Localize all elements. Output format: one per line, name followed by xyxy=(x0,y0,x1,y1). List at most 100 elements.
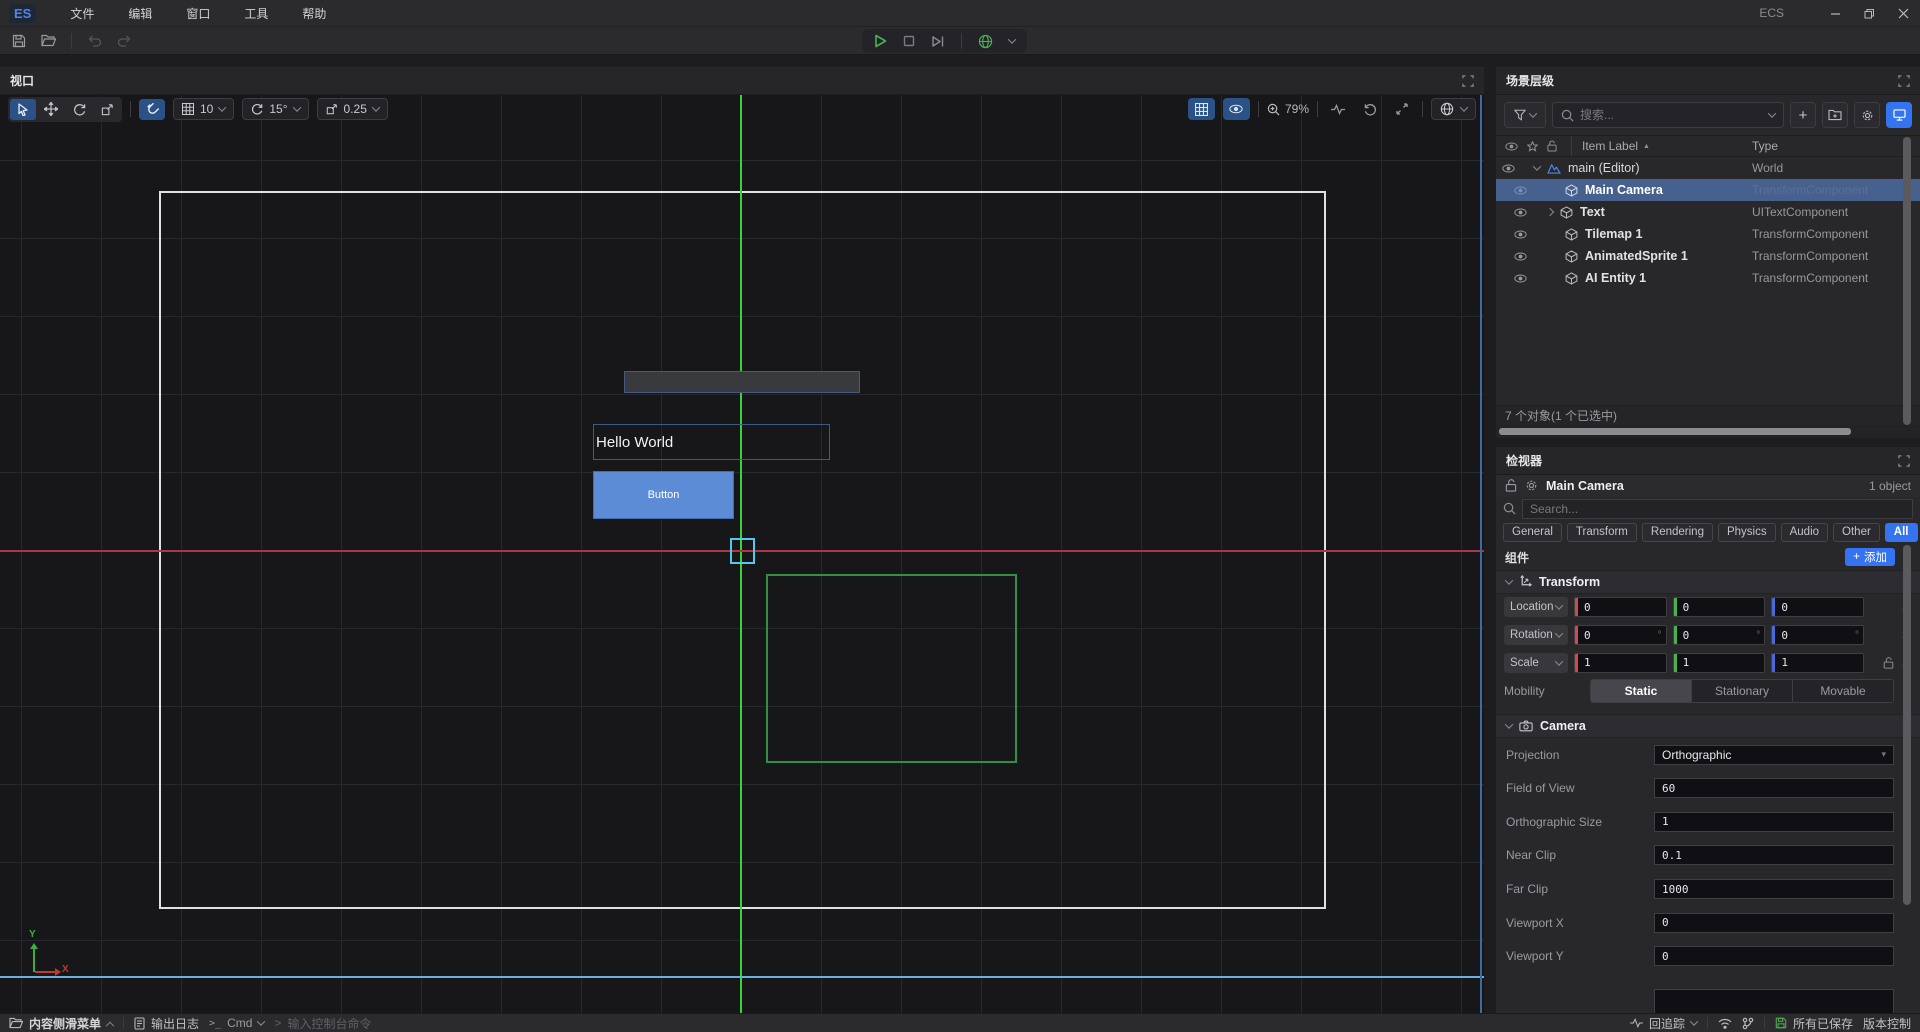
cmd-dropdown[interactable]: >_ Cmd xyxy=(209,1016,264,1030)
hierarchy-horizontal-scrollbar[interactable] xyxy=(1496,425,1920,438)
tab-all[interactable]: All xyxy=(1885,523,1918,542)
hierarchy-search-input[interactable] xyxy=(1580,108,1763,122)
play-button[interactable] xyxy=(874,34,887,48)
rotation-x-field[interactable]: 0° xyxy=(1574,625,1667,645)
content-drawer-button[interactable]: 内容侧滑菜单 xyxy=(9,1015,113,1032)
zoom-level[interactable]: 79% xyxy=(1267,98,1309,120)
visibility-eye-icon[interactable] xyxy=(1508,230,1532,239)
scale-dropdown[interactable]: Scale xyxy=(1504,653,1568,673)
ui-text-object[interactable]: Hello World xyxy=(593,424,830,460)
viewport-expand-icon[interactable] xyxy=(1462,75,1474,87)
stats-icon[interactable] xyxy=(1326,98,1350,120)
viewport-x-input[interactable]: 0 xyxy=(1654,913,1894,933)
tab-audio[interactable]: Audio xyxy=(1781,523,1828,542)
open-folder-icon[interactable] xyxy=(41,34,56,47)
launch-target-globe-icon[interactable] xyxy=(978,34,993,49)
far-clip-input[interactable]: 1000 xyxy=(1654,879,1894,899)
gizmo-visibility-toggle[interactable] xyxy=(1223,98,1250,120)
visibility-eye-icon[interactable] xyxy=(1508,186,1532,195)
rotate-snap-dropdown[interactable]: 15° xyxy=(242,98,308,120)
location-z-field[interactable]: 0 xyxy=(1771,597,1864,617)
inspector-search-input[interactable] xyxy=(1530,502,1905,516)
move-tool-button[interactable] xyxy=(38,99,64,120)
add-component-button[interactable]: +添加 xyxy=(1845,548,1895,566)
tab-physics[interactable]: Physics xyxy=(1718,523,1776,542)
mobility-movable-button[interactable]: Movable xyxy=(1793,680,1893,702)
display-mode-button[interactable] xyxy=(1886,102,1912,128)
reset-view-icon[interactable] xyxy=(1358,98,1382,120)
scale-snap-dropdown[interactable]: 0.25 xyxy=(317,98,388,120)
menu-edit[interactable]: 编辑 xyxy=(116,2,164,25)
orthographic-size-input[interactable]: 1 xyxy=(1654,812,1894,832)
rotation-y-field[interactable]: 0° xyxy=(1673,625,1766,645)
app-logo[interactable]: ES xyxy=(9,4,36,23)
hierarchy-row-ai-entity[interactable]: AI Entity 1 TransformComponent xyxy=(1496,267,1920,289)
scale-y-field[interactable]: 1 xyxy=(1673,653,1766,673)
add-folder-button[interactable] xyxy=(1822,102,1848,128)
viewport-y-input[interactable]: 0 xyxy=(1654,946,1894,966)
hierarchy-expand-icon[interactable] xyxy=(1898,75,1910,87)
rotation-dropdown[interactable]: Rotation xyxy=(1504,625,1568,645)
camera-section-header[interactable]: Camera xyxy=(1496,714,1920,738)
column-type[interactable]: Type xyxy=(1752,139,1920,153)
tilemap-bar-object[interactable] xyxy=(624,371,860,393)
version-control-button[interactable]: 版本控制 xyxy=(1863,1015,1911,1032)
grid-size-dropdown[interactable]: 10 xyxy=(173,98,234,120)
location-dropdown[interactable]: Location xyxy=(1504,597,1568,617)
projection-dropdown[interactable]: Orthographic▾ xyxy=(1654,745,1894,765)
hierarchy-row-animatedsprite[interactable]: AnimatedSprite 1 TransformComponent xyxy=(1496,245,1920,267)
hierarchy-search-box[interactable] xyxy=(1552,102,1784,128)
scale-tool-button[interactable] xyxy=(94,99,120,120)
select-tool-button[interactable] xyxy=(10,99,36,120)
unlock-icon[interactable] xyxy=(1505,479,1517,492)
launch-target-chevron[interactable] xyxy=(1008,35,1016,43)
hierarchy-row-tilemap[interactable]: Tilemap 1 TransformComponent xyxy=(1496,223,1920,245)
network-wifi-icon[interactable] xyxy=(1718,1018,1732,1029)
git-branch-icon[interactable] xyxy=(1742,1017,1754,1030)
scene-canvas[interactable]: 10 15° 0.25 79% xyxy=(0,95,1484,1013)
filter-button[interactable] xyxy=(1504,102,1546,128)
camera-mode-dropdown[interactable] xyxy=(1431,98,1476,120)
visibility-eye-icon[interactable] xyxy=(1508,252,1532,261)
hierarchy-settings-button[interactable] xyxy=(1854,102,1880,128)
stop-button[interactable] xyxy=(903,35,915,47)
redo-icon[interactable] xyxy=(117,35,132,47)
location-y-field[interactable]: 0 xyxy=(1673,597,1766,617)
menu-tools[interactable]: 工具 xyxy=(232,2,280,25)
field-of-view-input[interactable]: 60 xyxy=(1654,778,1894,798)
inspector-expand-icon[interactable] xyxy=(1898,455,1910,467)
rotation-z-field[interactable]: 0° xyxy=(1771,625,1864,645)
inspector-vertical-scrollbar[interactable] xyxy=(1903,545,1911,905)
mobility-stationary-button[interactable]: Stationary xyxy=(1692,680,1793,702)
hierarchy-row-text[interactable]: Text UITextComponent xyxy=(1496,201,1920,223)
tab-transform[interactable]: Transform xyxy=(1567,523,1637,542)
tab-general[interactable]: General xyxy=(1503,523,1562,542)
visibility-eye-icon[interactable] xyxy=(1496,164,1520,173)
rotate-tool-button[interactable] xyxy=(66,99,92,120)
column-item-label[interactable]: Item Label xyxy=(1582,139,1638,153)
scale-x-field[interactable]: 1 xyxy=(1574,653,1667,673)
ui-button-object[interactable]: Button xyxy=(593,471,734,519)
trace-button[interactable]: 回追踪 xyxy=(1630,1015,1697,1032)
console-command-input[interactable]: > 输入控制台命令 xyxy=(274,1015,371,1032)
selected-camera-gizmo[interactable] xyxy=(730,538,755,564)
snap-toggle-button[interactable] xyxy=(139,99,165,120)
mobility-static-button[interactable]: Static xyxy=(1591,680,1692,702)
tab-rendering[interactable]: Rendering xyxy=(1642,523,1713,542)
save-icon[interactable] xyxy=(12,34,26,48)
minimize-button[interactable] xyxy=(1818,0,1852,26)
menu-window[interactable]: 窗口 xyxy=(174,2,222,25)
near-clip-input[interactable]: 0.1 xyxy=(1654,845,1894,865)
expand-chevron[interactable] xyxy=(1546,208,1554,216)
transform-section-header[interactable]: Transform xyxy=(1496,570,1920,594)
fullscreen-icon[interactable] xyxy=(1390,98,1414,120)
object-settings-gear-icon[interactable] xyxy=(1525,479,1538,492)
add-entity-button[interactable]: + xyxy=(1790,102,1816,128)
close-button[interactable] xyxy=(1886,0,1920,26)
output-log-button[interactable]: 输出日志 xyxy=(134,1015,199,1032)
clipped-input[interactable] xyxy=(1654,989,1894,1013)
scale-z-field[interactable]: 1 xyxy=(1771,653,1864,673)
step-forward-button[interactable] xyxy=(931,35,945,48)
expand-chevron[interactable] xyxy=(1533,162,1541,170)
location-x-field[interactable]: 0 xyxy=(1574,597,1667,617)
